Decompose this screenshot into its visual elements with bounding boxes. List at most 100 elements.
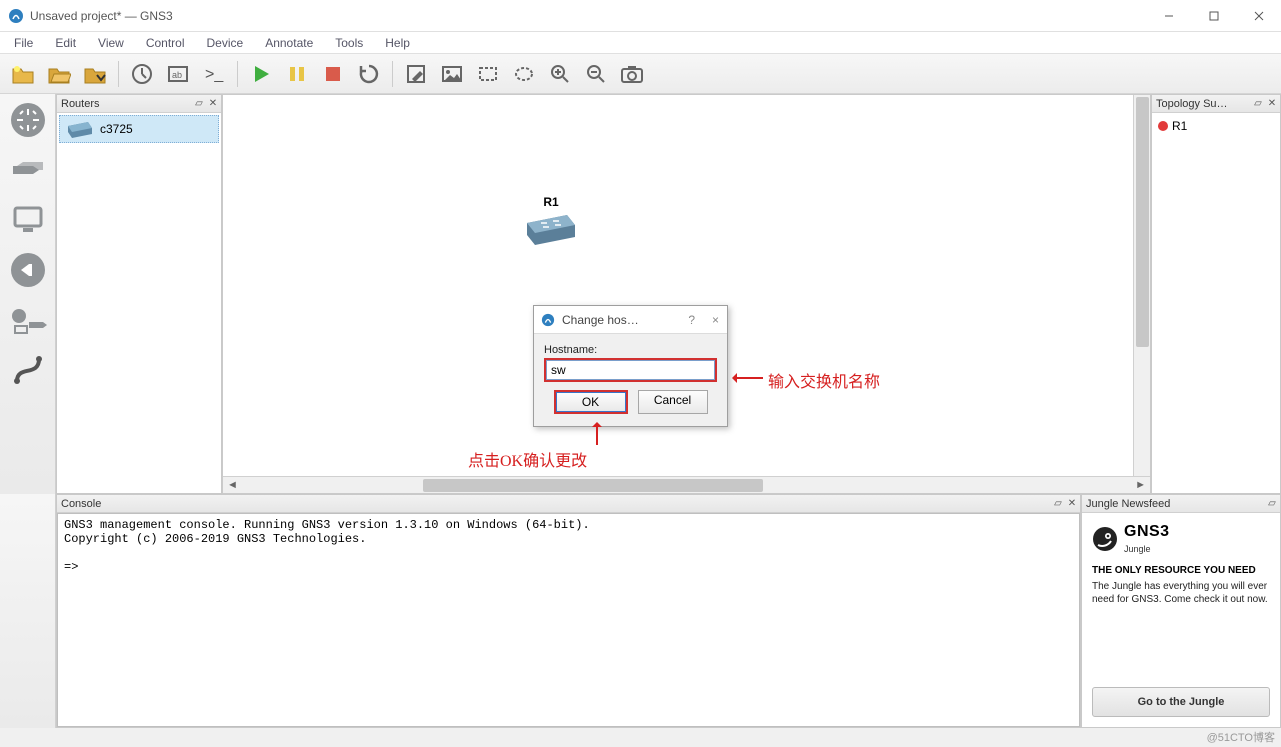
jungle-panel-header: Jungle Newsfeed ▱ [1082, 495, 1280, 513]
dock-security-icon[interactable] [6, 248, 50, 292]
pause-all-icon[interactable] [282, 59, 312, 89]
menu-annotate[interactable]: Annotate [255, 34, 323, 52]
scrollbar-thumb[interactable] [423, 479, 763, 492]
jungle-heading: THE ONLY RESOURCE YOU NEED [1092, 565, 1270, 576]
dock-switches-icon[interactable] [6, 148, 50, 192]
save-project-icon[interactable] [80, 59, 110, 89]
open-project-icon[interactable] [44, 59, 74, 89]
dialog-close-button[interactable]: × [712, 313, 719, 327]
zoom-out-icon[interactable] [581, 59, 611, 89]
reload-all-icon[interactable] [354, 59, 384, 89]
start-all-icon[interactable] [246, 59, 276, 89]
dock-add-link-icon[interactable] [6, 348, 50, 392]
draw-ellipse-icon[interactable] [509, 59, 539, 89]
dock-all-devices-icon[interactable] [6, 298, 50, 342]
console-panel-title: Console [61, 498, 101, 510]
change-hostname-dialog: Change hos… ? × Hostname: OK Cancel [533, 305, 728, 427]
workspace-canvas[interactable]: R1 Change hos… ? × [223, 95, 1150, 476]
hostname-input-highlight [544, 358, 717, 382]
insert-image-icon[interactable] [437, 59, 467, 89]
router-icon [66, 120, 94, 138]
jungle-panel-title: Jungle Newsfeed [1086, 498, 1170, 510]
close-button[interactable] [1236, 0, 1281, 32]
scroll-left-icon[interactable]: ◄ [227, 479, 238, 491]
topology-panel: Topology Su… ▱ ✕ R1 [1151, 94, 1281, 494]
scroll-right-icon[interactable]: ► [1135, 479, 1146, 491]
svg-text:>_: >_ [205, 66, 224, 83]
console-line: GNS3 management console. Running GNS3 ve… [64, 518, 590, 532]
canvas-device-r1[interactable]: R1 [523, 195, 579, 248]
panel-close-icon[interactable]: ✕ [1266, 98, 1278, 110]
console-panel: Console ▱ ✕ GNS3 management console. Run… [56, 494, 1081, 728]
routers-panel-header: Routers ▱ ✕ [57, 95, 221, 113]
device-label: R1 [523, 195, 579, 209]
stop-all-icon[interactable] [318, 59, 348, 89]
dialog-title-text: Change hos… [562, 313, 639, 327]
hostname-input[interactable] [546, 360, 715, 380]
menu-tools[interactable]: Tools [325, 34, 373, 52]
gns3-app-icon [8, 8, 24, 24]
routers-panel-title: Routers [61, 98, 100, 110]
svg-text:ab: ab [172, 70, 182, 80]
console-all-icon[interactable]: >_ [199, 59, 229, 89]
console-prompt: => [64, 560, 78, 574]
routers-panel: Routers ▱ ✕ c3725 [56, 94, 222, 494]
maximize-button[interactable] [1191, 0, 1236, 32]
show-interface-labels-icon[interactable]: ab [163, 59, 193, 89]
router-list-item[interactable]: c3725 [59, 115, 219, 143]
dock-end-devices-icon[interactable] [6, 198, 50, 242]
cancel-button[interactable]: Cancel [638, 390, 708, 414]
screenshot-icon[interactable] [617, 59, 647, 89]
go-to-jungle-button[interactable]: Go to the Jungle [1092, 687, 1270, 717]
annotation-arrow [733, 377, 763, 379]
ok-button[interactable]: OK [556, 392, 626, 412]
zoom-in-icon[interactable] [545, 59, 575, 89]
panel-float-icon[interactable]: ▱ [193, 98, 205, 110]
snapshot-icon[interactable] [127, 59, 157, 89]
status-stopped-icon [1158, 121, 1168, 131]
topology-list: R1 [1152, 113, 1280, 493]
menu-control[interactable]: Control [136, 34, 195, 52]
titlebar: Unsaved project* — GNS3 [0, 0, 1281, 32]
toolbar-separator [392, 61, 393, 87]
dialog-titlebar[interactable]: Change hos… ? × [534, 306, 727, 334]
window-controls [1146, 0, 1281, 32]
horizontal-scrollbar[interactable]: ◄ ► [223, 476, 1150, 493]
dialog-help-button[interactable]: ? [688, 313, 695, 327]
panel-float-icon[interactable]: ▱ [1266, 498, 1278, 510]
menu-device[interactable]: Device [197, 34, 254, 52]
new-project-icon[interactable] [8, 59, 38, 89]
draw-rectangle-icon[interactable] [473, 59, 503, 89]
annotation-input-hint: 输入交换机名称 [768, 368, 880, 392]
menu-file[interactable]: File [4, 34, 43, 52]
menu-edit[interactable]: Edit [45, 34, 86, 52]
scrollbar-thumb[interactable] [1136, 97, 1149, 347]
add-note-icon[interactable] [401, 59, 431, 89]
minimize-button[interactable] [1146, 0, 1191, 32]
gns3-app-icon [540, 312, 556, 328]
menu-help[interactable]: Help [375, 34, 420, 52]
dock-spacer [0, 494, 56, 728]
panel-close-icon[interactable]: ✕ [207, 98, 219, 110]
topology-item[interactable]: R1 [1156, 117, 1276, 135]
jungle-text: The Jungle has everything you will ever … [1092, 580, 1270, 606]
panel-close-icon[interactable]: ✕ [1066, 498, 1078, 510]
routers-list: c3725 [57, 113, 221, 493]
console-output[interactable]: GNS3 management console. Running GNS3 ve… [57, 513, 1080, 727]
device-dock [0, 94, 56, 494]
router-item-label: c3725 [100, 122, 133, 136]
annotation-ok-hint: 点击OK确认更改 [468, 447, 587, 471]
toolbar-separator [118, 61, 119, 87]
jungle-panel: Jungle Newsfeed ▱ GNS3 Jungle THE ONLY R… [1081, 494, 1281, 728]
dock-routers-icon[interactable] [6, 98, 50, 142]
panel-float-icon[interactable]: ▱ [1052, 498, 1064, 510]
panel-float-icon[interactable]: ▱ [1252, 98, 1264, 110]
menu-view[interactable]: View [88, 34, 134, 52]
window-title: Unsaved project* — GNS3 [30, 9, 173, 23]
jungle-logo: GNS3 Jungle [1092, 523, 1270, 555]
vertical-scrollbar[interactable] [1133, 95, 1150, 476]
topology-panel-header: Topology Su… ▱ ✕ [1152, 95, 1280, 113]
jungle-logo-text: GNS3 [1124, 523, 1170, 540]
hostname-label: Hostname: [544, 344, 717, 356]
toolbar: ab >_ [0, 54, 1281, 94]
